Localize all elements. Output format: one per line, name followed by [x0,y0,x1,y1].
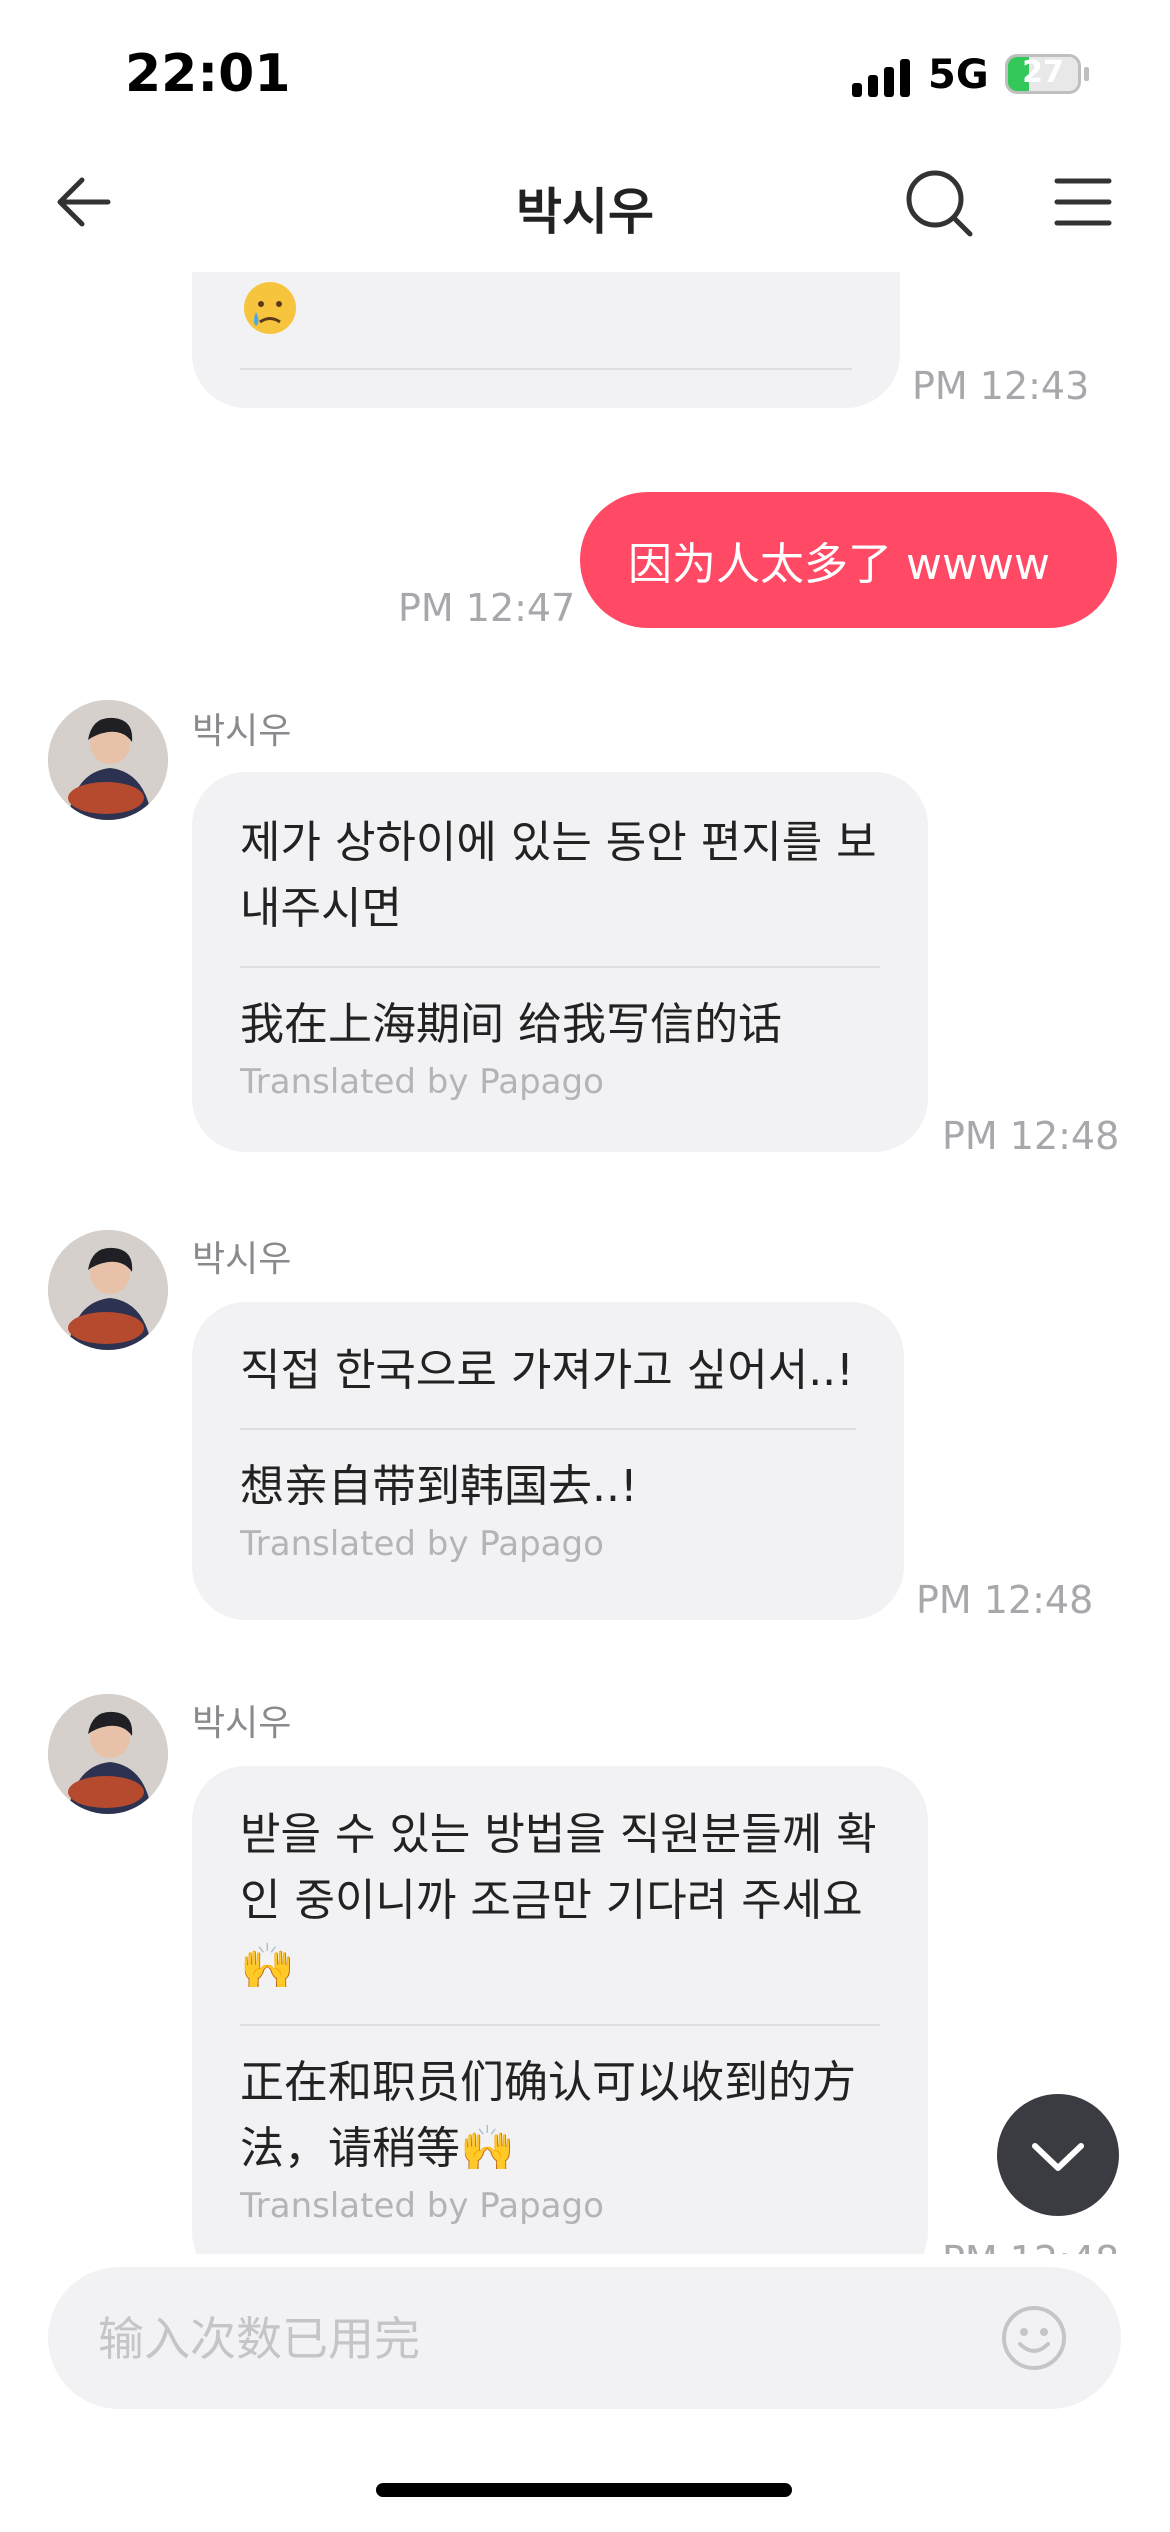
sender-name: 박시우 [192,1239,292,1280]
translation-divider [240,1428,856,1430]
chevron-down-icon [1032,2143,1084,2171]
signal-icon [852,57,912,97]
translation-divider [240,368,852,370]
translation-divider [240,966,880,968]
emoji-icon[interactable] [1000,2304,1068,2372]
translation-divider [240,2024,880,2026]
scroll-to-bottom-button[interactable] [997,2094,1119,2216]
message-time: PM 12:48 [916,1578,1094,1622]
message-input-bar [48,2267,1121,2411]
network-type: 5G [928,52,989,98]
battery-level: 27 [1022,55,1064,90]
sender-name: 박시우 [192,1703,292,1744]
message-time: PM 12:43 [912,364,1090,408]
message-bubble-incoming: 제가 상하이에 있는 동안 편지를 보내주시면 我在上海期间 给我写信的话 Tr… [192,772,928,1152]
message-time: PM 12:47 [398,586,576,630]
chat-title: 박시우 [516,183,654,241]
message-input[interactable] [96,2267,980,2411]
battery-tip [1084,67,1089,81]
avatar-image [48,700,168,820]
message-text-korean: 직접 한국으로 가져가고 싶어서..! [240,1345,854,1396]
home-indicator[interactable] [376,2483,792,2497]
sender-name: 박시우 [192,711,292,752]
crying-emoji-icon [244,282,296,334]
avatar[interactable] [48,700,168,820]
avatar[interactable] [48,1230,168,1350]
message-text-translation: 我在上海期间 给我写信的话 [240,999,782,1050]
message-text: 因为人太多了 wwww [628,539,1050,590]
avatar[interactable] [48,1694,168,1814]
message-time: PM 12:48 [942,1114,1120,1158]
message-bubble-incoming [192,272,900,408]
translated-by-label: Translated by Papago [240,2186,604,2226]
message-bubble-incoming: 직접 한국으로 가져가고 싶어서..! 想亲自带到韩国去..! Translat… [192,1302,904,1620]
search-icon[interactable] [904,168,974,238]
message-time: PM 12:48 [942,2238,1119,2254]
avatar-image [48,1694,168,1814]
message-bubble-incoming: 받을 수 있는 방법을 직원분들께 확인 중이니까 조금만 기다려 주세요 🙌 … [192,1766,928,2254]
message-bubble-outgoing: 因为人太多了 wwww [580,492,1117,628]
translated-by-label: Translated by Papago [240,1062,604,1102]
message-text-korean: 제가 상하이에 있는 동안 편지를 보내주시면 [240,817,877,934]
chat-scroll-area[interactable]: PM 12:43 因为人太多了 wwww PM 12:47 박시우 제가 상하이… [0,272,1170,2254]
menu-icon[interactable] [1053,175,1113,230]
message-text-korean: 받을 수 있는 방법을 직원분들께 확인 중이니까 조금만 기다려 주세요 🙌 [240,1809,877,1992]
battery-icon: 27 [1005,54,1081,94]
avatar-image [48,1230,168,1350]
status-time: 22:01 [125,44,291,104]
message-text-translation: 正在和职员们确认可以收到的方法，请稍等🙌 [240,2057,856,2174]
translated-by-label: Translated by Papago [240,1524,604,1564]
message-text-translation: 想亲自带到韩国去..! [240,1461,638,1512]
